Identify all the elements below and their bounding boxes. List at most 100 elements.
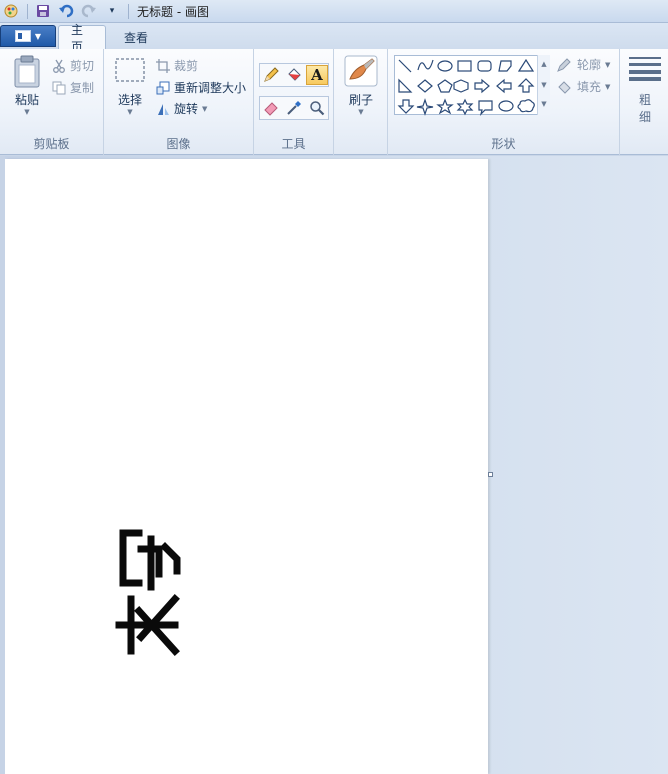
tools-group-label: 工具 [281,137,306,151]
size-label-line1: 粗 [638,93,651,107]
curve-shape-icon [417,59,434,71]
shapes-grid [397,58,535,116]
chevron-down-icon: ▼ [358,108,364,116]
diamond-shape-icon [417,79,433,93]
rounded-rectangle-shape-icon [477,60,492,72]
brushes-label: 刷子 [348,93,373,107]
color-picker-icon [287,101,301,115]
save-icon[interactable] [35,3,51,19]
chevron-down-icon: ▼ [605,82,611,91]
down-arrow-shape-icon [397,99,415,114]
glyph-stroke [160,542,181,575]
oval-shape-icon [437,60,453,72]
workspace [0,156,668,774]
paste-button[interactable]: 粘贴 ▼ [8,55,46,116]
shapes-group-label: 形状 [491,137,516,151]
window-title: 无标题 - 画图 [137,4,209,19]
five-point-star-shape-icon [436,98,454,115]
chevron-down-icon: ▼ [202,104,208,113]
shapes-group: ▲ ▼ ▼ 轮廓 ▼ 填充 ▼ 形状 [388,49,620,155]
clipboard-group-label: 剪贴板 [33,137,70,151]
outline-label: 轮廓 [577,58,602,72]
tools-group: A 工具 [254,49,334,155]
fill-bucket-icon [288,68,301,81]
tab-view[interactable]: 查看 [112,25,160,49]
cloud-callout-shape-icon [517,99,535,113]
pentagon-shape-icon [437,79,453,93]
paint-menu-button[interactable]: ▼ [0,25,56,47]
line-size-icon [629,57,661,81]
outline-pencil-icon [557,57,571,72]
rectangle-shape-icon [457,60,472,72]
canvas-resize-handle[interactable] [488,472,493,477]
pencil-icon [264,67,279,82]
color-picker-tool[interactable] [283,98,305,118]
line-shape-icon [398,59,412,73]
crop-button[interactable]: 裁剪 [156,57,198,74]
title-bar: ▾ 无标题 - 画图 [0,0,668,23]
triangle-shape-icon [517,58,535,72]
size-label-line2: 细 [638,110,651,124]
outline-button[interactable]: 轮廓 ▼ [557,56,610,73]
fill-button[interactable]: 填充 ▼ [557,78,610,95]
shapes-gallery[interactable] [394,55,550,116]
tab-home[interactable]: 主页 [58,23,106,54]
image-group-label: 图像 [166,137,191,151]
clipboard-icon [14,55,40,88]
fill-tool[interactable] [283,65,305,85]
resize-button[interactable]: 重新调整大小 [156,79,246,96]
selection-rectangle-icon [115,58,145,82]
paste-label: 粘贴 [14,93,39,107]
right-triangle-shape-icon [398,78,413,93]
left-arrow-shape-icon [496,78,512,94]
brushes-group: 刷子 ▼ [334,49,388,155]
drawn-glyphs [115,529,181,656]
eraser-icon [264,102,278,116]
drawing-canvas[interactable] [5,159,488,774]
scroll-up-icon[interactable]: ▲ [538,55,550,75]
copy-button[interactable]: 复制 [52,79,94,96]
rounded-callout-shape-icon [478,100,493,116]
rotate-button[interactable]: 旋转 ▼ [156,100,207,117]
menu-icon [14,30,31,42]
size-button[interactable]: 粗 细 [626,55,664,125]
brush-icon [344,55,378,87]
oval-callout-shape-icon [498,100,514,112]
redo-icon[interactable] [81,3,97,19]
eraser-tool[interactable] [260,98,282,118]
paint-app-icon[interactable] [3,3,19,19]
text-icon: A [311,66,323,84]
image-group: 选择 ▼ 裁剪 重新调整大小 旋转 ▼ 图像 [104,49,254,155]
brushes-button[interactable]: 刷子 ▼ [342,55,380,116]
crop-icon [156,58,170,73]
cut-button[interactable]: 剪切 [52,57,94,74]
text-tool[interactable]: A [306,65,328,85]
up-arrow-shape-icon [517,78,535,93]
crop-label: 裁剪 [174,59,199,73]
resize-label: 重新调整大小 [174,81,247,95]
workspace-left-edge [0,156,5,774]
customize-toolbar-icon[interactable]: ▾ [104,3,120,19]
rotate-label: 旋转 [174,102,199,116]
pencil-tool[interactable] [260,65,282,85]
select-button[interactable]: 选择 ▼ [112,57,148,116]
chevron-down-icon: ▼ [605,60,611,69]
chevron-down-icon: ▼ [24,108,30,116]
magnifier-tool[interactable] [306,98,328,118]
scissors-icon [53,59,65,73]
rotate-icon [158,103,169,115]
ribbon: 粘贴 ▼ 剪切 复制 剪贴板 选择 ▼ 裁剪 重新调整大小 旋转 ▼ 图像 A … [0,49,668,155]
shapes-gallery-scrollbar[interactable]: ▲ ▼ ▼ [537,55,550,115]
select-label: 选择 [117,93,142,107]
expand-gallery-icon[interactable]: ▼ [538,95,550,113]
four-point-star-shape-icon [416,98,434,116]
chevron-down-icon: ▼ [34,31,42,41]
clipboard-group: 粘贴 ▼ 剪切 复制 剪贴板 [0,49,104,155]
divider [27,3,28,19]
ribbon-tab-row: ▼ 主页 查看 [0,23,668,54]
right-arrow-shape-icon [474,78,490,94]
cut-label: 剪切 [70,59,95,73]
scroll-down-icon[interactable]: ▼ [538,75,550,95]
undo-icon[interactable] [58,3,74,19]
divider [128,3,129,19]
